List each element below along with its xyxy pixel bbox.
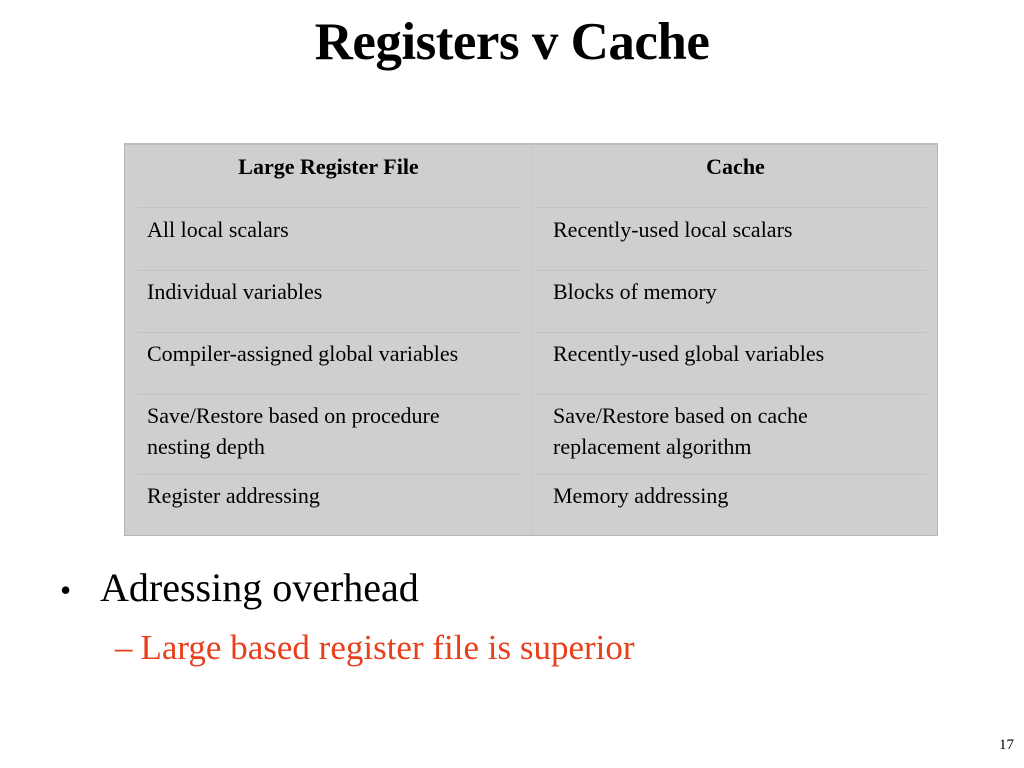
- row-divider: [535, 270, 927, 271]
- sub-bullet-item: – Large based register file is superior: [115, 628, 635, 668]
- slide-title: Registers v Cache: [314, 13, 710, 71]
- sub-bullet-text: Large based register file is superior: [140, 628, 635, 667]
- header-cache: Cache: [706, 154, 765, 179]
- bullet-icon: •: [60, 572, 72, 608]
- row-divider: [137, 332, 520, 333]
- row-divider: [535, 474, 927, 475]
- table-cell: All local scalars: [147, 217, 289, 242]
- column-divider: [532, 145, 533, 535]
- row-divider: [137, 207, 520, 208]
- row-divider: [535, 394, 927, 395]
- dash-icon: –: [115, 628, 133, 667]
- table-cell: Save/Restore based on cache replacement …: [553, 403, 808, 459]
- table-cell: Recently-used local scalars: [553, 217, 793, 242]
- bullet-item: • Adressing overhead: [60, 564, 419, 611]
- row-divider: [137, 270, 520, 271]
- row-divider: [535, 207, 927, 208]
- table-cell: Recently-used global variables: [553, 341, 825, 366]
- comparison-table: Large Register File Cache All local scal…: [124, 143, 938, 536]
- row-divider: [535, 332, 927, 333]
- table-cell: Save/Restore based on procedure nesting …: [147, 403, 440, 459]
- table-cell: Compiler-assigned global variables: [147, 341, 459, 366]
- row-divider: [137, 474, 520, 475]
- page-number: 17: [999, 737, 1014, 753]
- table-cell: Register addressing: [147, 483, 320, 508]
- table-cell: Individual variables: [147, 279, 323, 304]
- table-cell: Blocks of memory: [553, 279, 717, 304]
- header-large-register-file: Large Register File: [238, 154, 419, 179]
- table-cell: Memory addressing: [553, 483, 729, 508]
- bullet-text: Adressing overhead: [100, 565, 419, 610]
- row-divider: [137, 394, 520, 395]
